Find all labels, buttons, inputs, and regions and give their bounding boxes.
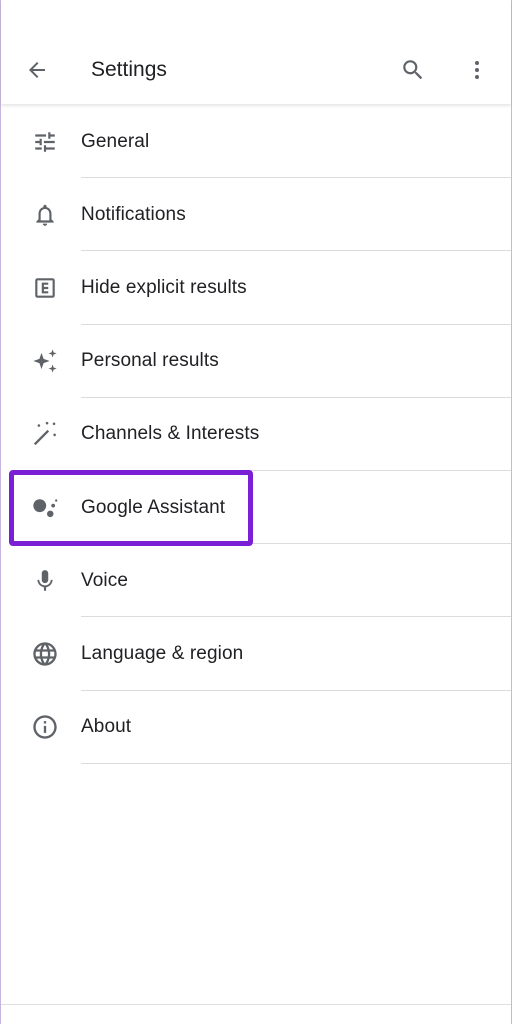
settings-list: General Notifications Hide explicit resu… — [1, 105, 511, 764]
more-vert-icon — [475, 61, 479, 79]
settings-item-label: General — [81, 130, 150, 152]
back-button[interactable] — [17, 50, 57, 90]
assistant-icon — [31, 494, 59, 522]
magic-wand-icon — [31, 420, 59, 448]
mic-icon — [31, 567, 59, 595]
tune-icon — [31, 128, 59, 156]
settings-item-notifications[interactable]: Notifications — [1, 178, 511, 252]
settings-item-about[interactable]: About — [1, 691, 511, 764]
explicit-icon — [31, 274, 59, 302]
settings-item-general[interactable]: General — [1, 105, 511, 179]
more-options-button[interactable] — [457, 50, 497, 90]
bell-icon — [31, 201, 59, 229]
app-bar: Settings — [1, 0, 511, 104]
settings-item-language-region[interactable]: Language & region — [1, 617, 511, 691]
search-button[interactable] — [393, 50, 433, 90]
settings-item-google-assistant[interactable]: Google Assistant — [1, 471, 511, 545]
settings-item-channels-interests[interactable]: Channels & Interests — [1, 398, 511, 471]
settings-item-label: About — [81, 716, 132, 738]
settings-item-label: Hide explicit results — [81, 276, 247, 298]
settings-item-label: Notifications — [81, 203, 186, 225]
settings-item-label: Google Assistant — [81, 496, 226, 518]
settings-item-voice[interactable]: Voice — [1, 544, 511, 618]
settings-screen: Settings General Notifications Hide expl… — [0, 0, 512, 1024]
settings-item-label: Personal results — [81, 350, 219, 372]
sparkle-icon — [31, 347, 59, 375]
settings-item-label: Channels & Interests — [81, 423, 260, 445]
bottom-divider — [1, 1004, 511, 1005]
settings-item-personal-results[interactable]: Personal results — [1, 325, 511, 398]
globe-icon — [31, 640, 59, 668]
search-icon — [403, 60, 423, 80]
settings-item-label: Voice — [81, 569, 128, 591]
arrow-back-icon — [29, 62, 45, 78]
page-title: Settings — [91, 58, 167, 81]
settings-item-label: Language & region — [81, 642, 244, 664]
info-icon — [31, 713, 59, 741]
divider — [81, 762, 511, 764]
settings-item-hide-explicit-results[interactable]: Hide explicit results — [1, 251, 511, 325]
